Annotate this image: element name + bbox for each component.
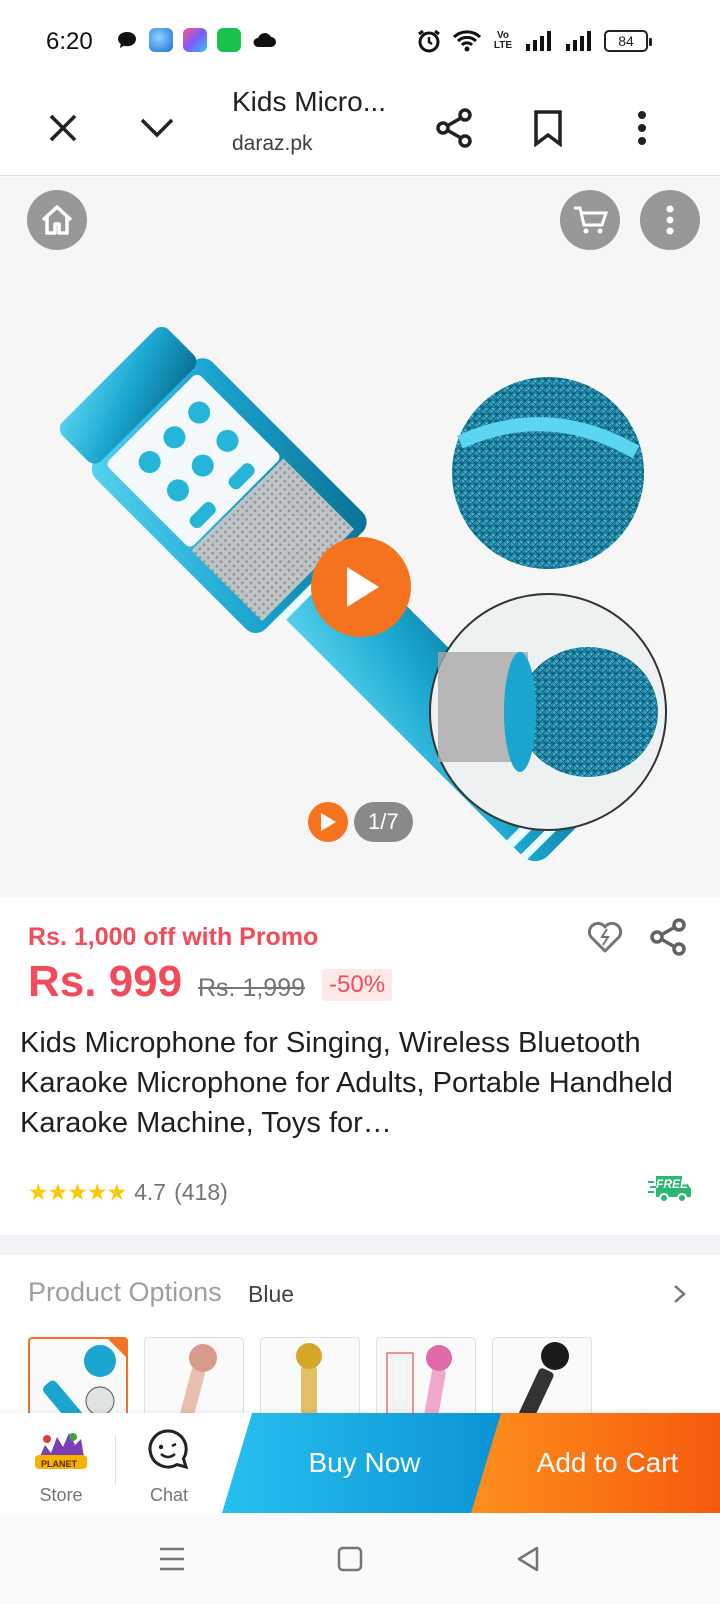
add-to-cart-button[interactable]: Add to Cart: [471, 1413, 720, 1513]
back-nav-button[interactable]: [508, 1539, 548, 1579]
share-icon[interactable]: [648, 917, 688, 957]
minimize-button[interactable]: [131, 102, 183, 154]
product-options-section[interactable]: Product Options Blue: [0, 1255, 720, 1417]
current-price: Rs. 999: [28, 957, 183, 1006]
bookmark-icon: [534, 110, 562, 147]
option-thumbnail-pink[interactable]: [376, 1337, 476, 1417]
menu-lines-icon: [160, 1547, 184, 1571]
bottom-action-bar: PLANET Store Chat Buy Now Add to Cart: [0, 1413, 720, 1515]
more-vertical-icon: [666, 205, 674, 235]
chevron-right-icon[interactable]: [668, 1279, 692, 1309]
browser-app-icon: [149, 28, 173, 52]
store-label: Store: [39, 1485, 83, 1505]
cloud-icon: [253, 33, 276, 47]
selected-option-value: Blue: [248, 1281, 295, 1307]
gallery-more-button[interactable]: [640, 190, 700, 250]
back-triangle-icon: [517, 1546, 539, 1572]
recents-button[interactable]: [152, 1539, 192, 1579]
cart-button[interactable]: [560, 190, 620, 250]
square-home-icon: [337, 1546, 363, 1572]
buy-now-button[interactable]: Buy Now: [222, 1413, 507, 1513]
wifi-icon: [452, 30, 482, 52]
status-indicators: Vo LTE 84: [416, 28, 652, 54]
play-icon: [347, 567, 379, 607]
free-shipping-badge: FREE: [648, 1173, 692, 1208]
thumbnail-image: [516, 1342, 569, 1416]
option-thumbnail-blue[interactable]: [28, 1337, 128, 1417]
rating-value: 4.7: [134, 1179, 167, 1205]
play-video-button[interactable]: [311, 537, 411, 637]
video-indicator-button[interactable]: [308, 802, 348, 842]
option-thumbnail-gold[interactable]: [260, 1337, 360, 1417]
option-thumbnail-black[interactable]: [492, 1337, 592, 1417]
home-nav-button[interactable]: [330, 1539, 370, 1579]
cart-icon: [574, 206, 608, 234]
selected-corner-icon: [108, 1339, 126, 1357]
gallery-counter-row: 1/7: [308, 802, 413, 842]
custom-tab-toolbar: Kids Micro... daraz.pk: [0, 80, 720, 176]
thumbnail-image: [386, 1345, 452, 1416]
page-url: daraz.pk: [232, 132, 313, 155]
signal-icon: [526, 31, 551, 51]
product-options-label: Product Options: [28, 1277, 222, 1307]
promo-text[interactable]: Rs. 1,000 off with Promo: [28, 923, 318, 952]
action-bar-separator: [115, 1435, 116, 1485]
status-bar: 6:20 Vo LTE 84: [0, 0, 720, 80]
image-counter: 1/7: [354, 802, 413, 842]
share-icon: [436, 108, 472, 148]
wishlist-heart-icon[interactable]: [585, 917, 625, 957]
chat-label: Chat: [149, 1485, 189, 1505]
page-title: Kids Micro...: [232, 86, 387, 117]
product-info-section: Rs. 1,000 off with Promo Rs. 999 Rs. 1,9…: [0, 897, 720, 1235]
status-app-icons: [115, 28, 277, 52]
rating-row[interactable]: ★★★★★ 4.7 (418): [28, 1179, 228, 1206]
more-vertical-icon: [638, 111, 646, 145]
star-rating-icon: ★★★★★: [28, 1179, 127, 1205]
store-button[interactable]: PLANET Store: [16, 1413, 106, 1515]
close-icon: [49, 114, 77, 142]
bookmark-button[interactable]: [522, 102, 574, 154]
share-button[interactable]: [428, 102, 480, 154]
chat-icon: [148, 1429, 189, 1470]
chevron-down-icon: [140, 118, 174, 138]
home-button[interactable]: [27, 190, 87, 250]
thumbnail-image: [296, 1343, 322, 1416]
play-icon: [321, 813, 336, 831]
discount-badge: -50%: [322, 969, 393, 1001]
volte-label: Vo LTE: [493, 30, 513, 51]
alarm-icon: [418, 29, 440, 53]
system-navigation-bar: [0, 1515, 720, 1604]
chat-bubble-icon: [118, 32, 136, 48]
store-logo-text: PLANET: [41, 1459, 77, 1469]
battery-indicator: 84: [604, 30, 652, 52]
section-divider: [0, 1235, 720, 1255]
original-price: Rs. 1,999: [198, 974, 306, 1002]
free-badge-text: FREE: [656, 1177, 689, 1191]
product-image-gallery[interactable]: 1/7: [0, 177, 720, 897]
option-thumbnail-rose-gold[interactable]: [144, 1337, 244, 1417]
more-options-button[interactable]: [616, 102, 668, 154]
thumbnail-image: [179, 1344, 217, 1416]
status-time: 6:20: [46, 28, 93, 55]
rating-count: (418): [174, 1179, 228, 1205]
close-button[interactable]: [37, 102, 89, 154]
calculator-app-icon: [217, 28, 241, 52]
home-icon: [41, 205, 73, 235]
signal-icon-2: [566, 31, 591, 51]
chat-button[interactable]: Chat: [124, 1413, 214, 1515]
product-title[interactable]: Kids Microphone for Singing, Wireless Bl…: [20, 1023, 700, 1143]
star-app-icon: [183, 28, 207, 52]
option-thumbnails: [28, 1337, 592, 1417]
